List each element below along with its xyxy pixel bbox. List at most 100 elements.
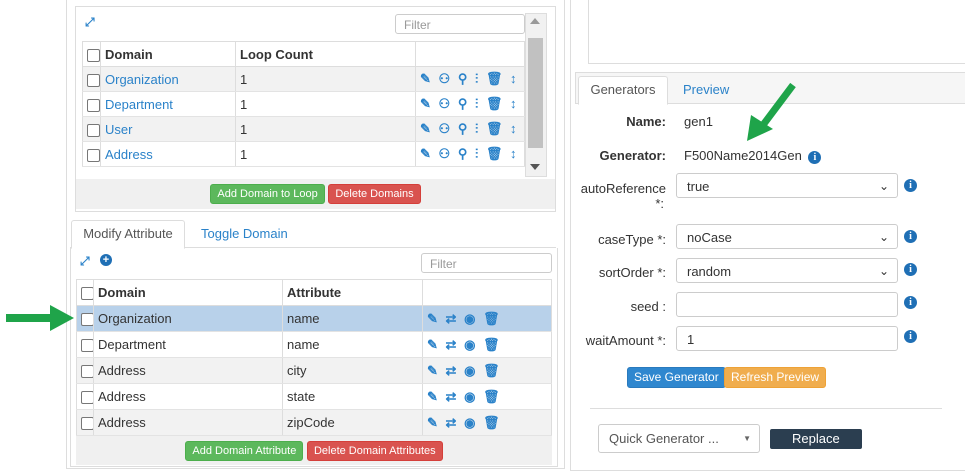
generator-label: Generator: xyxy=(599,148,666,163)
top-grid-scrollbar[interactable] xyxy=(525,13,547,177)
row-actions[interactable]: ✎ ⇄ ◉ 🗑 xyxy=(422,305,552,332)
users-icon: ⚇ xyxy=(438,71,453,86)
save-generator-button[interactable]: Save Generator xyxy=(627,367,726,388)
info-icon[interactable]: i xyxy=(904,263,917,276)
table-row[interactable]: Address 1 ✎ ⚇ ⚲ ⫶ 🗑 ↕ xyxy=(82,141,525,167)
table-row[interactable]: Address state ✎ ⇄ ◉ 🗑 xyxy=(76,383,552,410)
table-row[interactable]: Organization 1 ✎ ⚇ ⚲ ⫶ 🗑 ↕ xyxy=(82,66,525,92)
row-actions[interactable]: ✎ ⇄ ◉ 🗑 xyxy=(422,383,552,410)
pointer-arrow-icon xyxy=(6,305,74,331)
row-checkbox[interactable] xyxy=(87,148,100,162)
attr-grid-wrap: Domain Attribute Organization name ✎ ⇄ ◉… xyxy=(76,279,552,436)
scroll-thumb[interactable] xyxy=(528,38,543,148)
wait-amount-input[interactable]: 1 xyxy=(676,326,898,351)
name-label: Name: xyxy=(626,114,666,129)
row-checkbox[interactable] xyxy=(81,365,93,379)
tab-generators[interactable]: Generators xyxy=(578,76,668,105)
row-checkbox[interactable] xyxy=(87,73,100,87)
delete-domains-button[interactable]: Delete Domains xyxy=(328,184,421,204)
eye-icon: ◉ xyxy=(464,336,478,352)
expand-icon[interactable]: ⤢ xyxy=(85,15,95,30)
eye-icon: ◉ xyxy=(464,388,478,404)
search-icon: ⚲ xyxy=(457,96,470,111)
swap-icon: ⇄ xyxy=(445,310,459,326)
top-filter-input[interactable]: Filter xyxy=(395,14,525,34)
top-grid-footer: Add Domain to Loop Delete Domains xyxy=(76,179,555,209)
delete-domain-attributes-button[interactable]: Delete Domain Attributes xyxy=(306,441,443,461)
scroll-down-arrow[interactable] xyxy=(530,164,540,170)
row-actions[interactable]: ✎ ⚇ ⚲ ⫶ 🗑 ↕ xyxy=(415,91,525,117)
attribute-filter-input[interactable]: Filter xyxy=(421,253,552,273)
expand-icon[interactable]: ⤢ xyxy=(80,254,90,269)
auto-reference-select[interactable]: true ⌄ xyxy=(676,173,898,198)
row-checkbox[interactable] xyxy=(81,417,93,431)
sort-order-select[interactable]: random ⌄ xyxy=(676,258,898,283)
info-icon[interactable]: i xyxy=(904,330,917,343)
row-actions[interactable]: ✎ ⇄ ◉ 🗑 xyxy=(422,331,552,358)
domain-link[interactable]: Address xyxy=(100,141,236,167)
auto-reference-label-required: *: xyxy=(655,196,664,211)
table-row[interactable]: Department 1 ✎ ⚇ ⚲ ⫶ 🗑 ↕ xyxy=(82,91,525,117)
edit-icon: ✎ xyxy=(427,310,440,326)
row-actions[interactable]: ✎ ⚇ ⚲ ⫶ 🗑 ↕ xyxy=(415,141,525,167)
row-actions[interactable]: ✎ ⚇ ⚲ ⫶ 🗑 ↕ xyxy=(415,66,525,92)
info-icon[interactable]: i xyxy=(904,296,917,309)
column-header-loop-count[interactable]: Loop Count xyxy=(235,41,416,67)
case-type-select[interactable]: noCase ⌄ xyxy=(676,224,898,249)
table-row[interactable]: Address city ✎ ⇄ ◉ 🗑 xyxy=(76,357,552,384)
table-row[interactable]: Address zipCode ✎ ⇄ ◉ 🗑 xyxy=(76,409,552,436)
add-circle-icon[interactable]: + xyxy=(100,254,112,266)
seed-input[interactable] xyxy=(676,292,898,317)
attribute-cell: city xyxy=(282,357,423,384)
row-actions[interactable]: ✎ ⇄ ◉ 🗑 xyxy=(422,357,552,384)
edit-icon: ✎ xyxy=(420,146,433,161)
generator-name: F500Name2014Gen xyxy=(684,148,802,163)
attribute-cell: state xyxy=(282,383,423,410)
scroll-up-arrow[interactable] xyxy=(530,18,540,24)
info-icon[interactable]: i xyxy=(904,179,917,192)
row-checkbox[interactable] xyxy=(81,339,93,353)
loop-domains-panel: ⤢ Filter Domain Loop Count Organization … xyxy=(75,6,556,212)
info-icon[interactable]: i xyxy=(904,230,917,243)
column-header-domain[interactable]: Domain xyxy=(93,279,283,306)
refresh-preview-button[interactable]: Refresh Preview xyxy=(724,367,827,388)
search-icon: ⚲ xyxy=(457,146,470,161)
auto-reference-label-text: autoReference xyxy=(580,181,666,196)
tab-toggle-domain[interactable]: Toggle Domain xyxy=(201,220,288,247)
swap-icon: ⇄ xyxy=(445,388,459,404)
row-checkbox[interactable] xyxy=(87,98,100,112)
tab-preview[interactable]: Preview xyxy=(683,76,729,103)
selected-value: noCase xyxy=(687,230,732,245)
domain-link[interactable]: User xyxy=(100,116,236,142)
row-actions[interactable]: ✎ ⇄ ◉ 🗑 xyxy=(422,409,552,436)
sliders-icon: ⫶ xyxy=(474,121,481,136)
sliders-icon: ⫶ xyxy=(474,146,481,161)
swap-icon: ⇄ xyxy=(445,336,459,352)
column-header-domain[interactable]: Domain xyxy=(100,41,236,67)
column-header-attribute[interactable]: Attribute xyxy=(282,279,423,306)
loop-count-cell: 1 xyxy=(235,116,416,142)
row-checkbox[interactable] xyxy=(81,313,93,327)
table-row[interactable]: Organization name ✎ ⇄ ◉ 🗑 xyxy=(76,305,552,332)
search-icon: ⚲ xyxy=(457,121,470,136)
domain-link[interactable]: Department xyxy=(100,91,236,117)
add-domain-attribute-button[interactable]: Add Domain Attribute xyxy=(185,441,304,461)
search-icon: ⚲ xyxy=(457,71,470,86)
table-row[interactable]: User 1 ✎ ⚇ ⚲ ⫶ 🗑 ↕ xyxy=(82,116,525,142)
quick-generator-select[interactable]: Quick Generator ... ▼ xyxy=(598,424,760,453)
add-domain-to-loop-button[interactable]: Add Domain to Loop xyxy=(210,184,325,204)
row-actions[interactable]: ✎ ⚇ ⚲ ⫶ 🗑 ↕ xyxy=(415,116,525,142)
table-row[interactable]: Department name ✎ ⇄ ◉ 🗑 xyxy=(76,331,552,358)
tab-modify-attribute[interactable]: Modify Attribute xyxy=(71,220,185,249)
select-all-checkbox[interactable] xyxy=(81,287,93,301)
edit-icon: ✎ xyxy=(427,388,440,404)
auto-reference-label: autoReference *: xyxy=(578,181,666,211)
row-checkbox[interactable] xyxy=(87,123,100,137)
row-checkbox[interactable] xyxy=(81,391,93,405)
select-all-checkbox[interactable] xyxy=(87,48,100,62)
domain-link[interactable]: Organization xyxy=(100,66,236,92)
replace-button[interactable]: Replace xyxy=(770,429,862,449)
trash-icon: 🗑 xyxy=(483,336,502,352)
info-icon[interactable]: i xyxy=(808,151,822,164)
trash-icon: 🗑 xyxy=(485,71,505,86)
